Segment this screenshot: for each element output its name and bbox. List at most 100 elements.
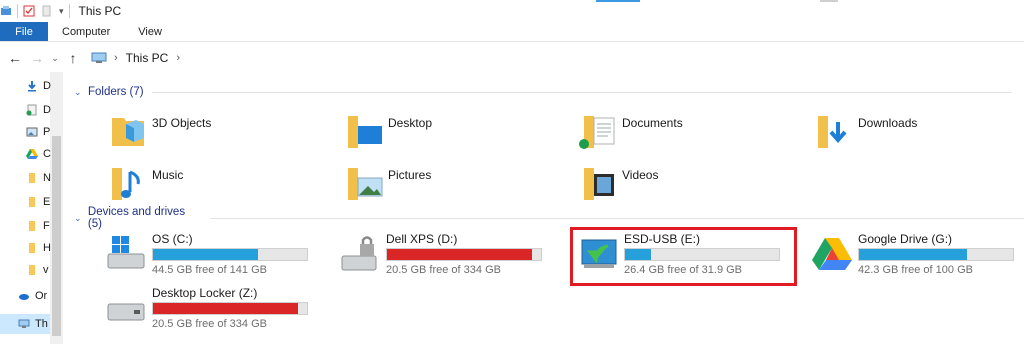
collapse-chevron-icon[interactable]: ⌄ [74, 87, 86, 98]
nav-item-folder[interactable]: E [26, 194, 66, 210]
download-arrow-icon [28, 81, 36, 92]
nav-item-label: N [43, 172, 51, 184]
nav-item-pictures[interactable]: P [26, 124, 66, 140]
folder-label: Desktop [388, 116, 433, 130]
nav-item-label: v [43, 264, 49, 276]
folder-videos[interactable]: Videos [578, 164, 658, 212]
drive-usage-bar [152, 248, 308, 261]
drive-usage-fill [859, 249, 967, 260]
nav-item-label: Or [35, 290, 48, 302]
drive-os-c[interactable]: OS (C:) 44.5 GB free of 141 GB [104, 232, 308, 276]
title-bar: ▾ This PC [0, 0, 1024, 22]
toolbar-separator [68, 4, 70, 18]
forward-arrow-icon[interactable]: → [26, 50, 48, 66]
google-drive-icon [26, 149, 38, 159]
app-icon [1, 6, 11, 15]
nav-item-documents[interactable]: D [26, 102, 66, 118]
nav-item-label: E [43, 196, 51, 208]
breadcrumb-this-pc[interactable]: This PC [126, 51, 169, 65]
music-folder-icon [112, 168, 140, 200]
recent-locations-chevron-icon[interactable]: ⌄ [48, 53, 62, 64]
tab-computer[interactable]: Computer [48, 22, 124, 41]
documents-folder-icon [579, 116, 615, 149]
nav-item-folder[interactable]: H [26, 240, 66, 256]
breadcrumb-chevron-icon[interactable]: › [114, 52, 118, 64]
nav-item-label: C [43, 148, 51, 160]
nav-item-label: H [43, 242, 51, 254]
section-title: Folders (7) [88, 86, 144, 98]
window-title: This PC [78, 4, 122, 18]
drive-name: Dell XPS (D:) [386, 232, 458, 246]
folder-icon [29, 197, 35, 207]
drive-free-space: 20.5 GB free of 334 GB [152, 318, 267, 330]
nav-item-google-drive[interactable]: C [26, 146, 66, 162]
folder-3d-objects[interactable]: 3D Objects [108, 112, 211, 160]
breadcrumb-chevron-icon[interactable]: › [176, 52, 180, 64]
folder-pictures[interactable]: Pictures [344, 164, 431, 212]
nav-item-onedrive[interactable]: Or [18, 288, 58, 304]
desktop-folder-icon [348, 116, 382, 148]
nav-item-label: D [43, 104, 51, 116]
up-arrow-icon[interactable]: ↑ [62, 50, 84, 66]
folder-label: Videos [622, 168, 659, 182]
pictures-folder-icon [348, 168, 383, 200]
navigation-bar: ← → ⌄ ↑ › This PC › [0, 44, 1024, 72]
folder-icon [29, 221, 35, 231]
nav-item-label: F [43, 220, 50, 232]
drive-desktop-locker-z[interactable]: Desktop Locker (Z:) 20.5 GB free of 334 … [104, 286, 308, 330]
drive-free-space: 42.3 GB free of 100 GB [858, 264, 973, 276]
drive-usage-bar [152, 302, 308, 315]
pictures-icon [26, 127, 38, 137]
nav-item-this-pc[interactable]: Th [18, 316, 58, 332]
nav-item-label: D [43, 80, 51, 92]
new-folder-icon[interactable] [41, 5, 53, 17]
folders-section-header[interactable]: ⌄ Folders (7) [74, 84, 1012, 100]
nav-scrollbar-thumb[interactable] [52, 136, 61, 336]
drive-free-space: 44.5 GB free of 141 GB [152, 264, 267, 276]
back-arrow-icon[interactable]: ← [4, 50, 26, 66]
window-control-highlight [596, 0, 640, 2]
folder-label: Pictures [388, 168, 432, 182]
ribbon-tabs: File Computer View [0, 22, 1024, 42]
nav-item-folder[interactable]: F [26, 218, 66, 234]
onedrive-cloud-icon [19, 294, 29, 300]
drive-google-drive-g[interactable]: Google Drive (G:) 42.3 GB free of 100 GB [810, 232, 1014, 276]
collapse-chevron-icon[interactable]: ⌄ [74, 213, 86, 224]
drive-dell-xps-d[interactable]: Dell XPS (D:) 20.5 GB free of 334 GB [338, 232, 542, 276]
drives-section-header[interactable]: ⌄ Devices and drives (5) [74, 206, 1024, 230]
videos-folder-icon [584, 168, 614, 200]
folder-documents[interactable]: Documents [578, 112, 683, 160]
nav-item-label: P [43, 126, 51, 138]
drive-usage-fill [387, 249, 532, 260]
downloads-folder-icon [818, 116, 847, 148]
section-divider [151, 91, 1012, 93]
locked-drive-icon [341, 236, 377, 271]
google-drive-icon [812, 238, 852, 270]
nav-item-downloads[interactable]: D [26, 78, 66, 94]
windows-drive-icon [107, 236, 145, 269]
this-pc-icon [91, 52, 107, 63]
folder-downloads[interactable]: Downloads [814, 112, 917, 160]
drive-name: OS (C:) [152, 232, 193, 246]
folder-icon [29, 173, 35, 183]
drive-name: Google Drive (G:) [858, 232, 953, 246]
toolbar-separator [17, 4, 18, 18]
network-drive-icon [107, 303, 145, 321]
nav-item-label: Th [35, 318, 48, 330]
nav-item-folder[interactable]: v [26, 262, 66, 278]
customize-toolbar-icon[interactable]: ▾ [59, 6, 64, 17]
properties-icon[interactable] [23, 5, 35, 17]
folder-music[interactable]: Music [108, 164, 183, 212]
drive-usage-fill [153, 249, 258, 260]
section-divider [209, 217, 1024, 219]
folder-desktop[interactable]: Desktop [344, 112, 432, 160]
selection-highlight-box [570, 227, 797, 286]
nav-item-folder[interactable]: N [26, 170, 66, 186]
tab-file[interactable]: File [0, 22, 48, 41]
address-bar[interactable]: › This PC › [90, 47, 188, 69]
folder-label: 3D Objects [152, 116, 212, 130]
drive-usage-bar [858, 248, 1014, 261]
tab-view[interactable]: View [124, 22, 176, 41]
drive-free-space: 20.5 GB free of 334 GB [386, 264, 501, 276]
this-pc-icon [18, 319, 30, 328]
